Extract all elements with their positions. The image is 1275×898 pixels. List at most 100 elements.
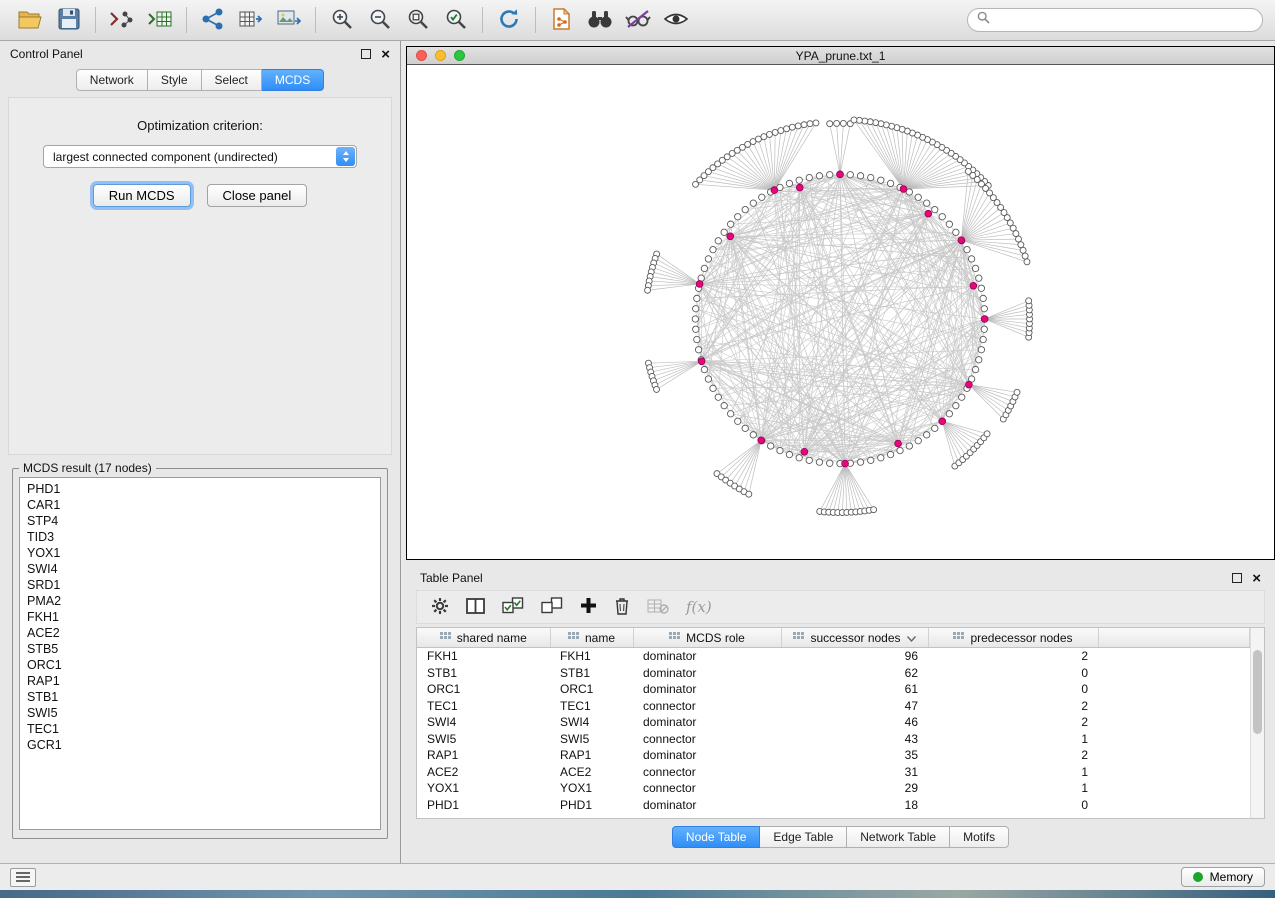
export-network-button[interactable] — [194, 4, 232, 36]
automation-menu-button[interactable] — [10, 868, 36, 887]
float-panel-icon[interactable] — [1232, 573, 1242, 583]
column-header-shared-name[interactable]: shared name — [417, 628, 550, 648]
export-image-button[interactable] — [270, 4, 308, 36]
table-row[interactable]: PHD1PHD1dominator180 — [417, 797, 1250, 814]
open-session-button[interactable] — [12, 4, 50, 36]
table-row[interactable]: ACE2ACE2connector311 — [417, 764, 1250, 781]
tab-motifs[interactable]: Motifs — [950, 826, 1009, 848]
import-table-button[interactable] — [141, 4, 179, 36]
network-canvas[interactable] — [407, 65, 1274, 560]
column-type-icon — [953, 631, 964, 645]
show-graphics-details-button[interactable] — [657, 4, 695, 36]
close-panel-icon[interactable]: × — [1252, 571, 1261, 586]
list-item[interactable]: ORC1 — [20, 657, 380, 673]
toolbar-separator — [482, 7, 483, 33]
table-scrollbar[interactable] — [1250, 628, 1264, 818]
table-row[interactable]: SWI4SWI4dominator462 — [417, 714, 1250, 731]
show-column-panel-button[interactable] — [466, 598, 485, 617]
glasses-slash-icon — [625, 9, 651, 32]
list-item[interactable]: PMA2 — [20, 593, 380, 609]
tab-network[interactable]: Network — [76, 69, 148, 91]
zoom-out-button[interactable] — [361, 4, 399, 36]
column-header-predecessor-nodes[interactable]: predecessor nodes — [928, 628, 1098, 648]
select-stepper-icon — [336, 147, 355, 166]
zoom-selected-button[interactable] — [437, 4, 475, 36]
tab-node-table[interactable]: Node Table — [672, 826, 761, 848]
network-doc-share-button[interactable] — [543, 4, 581, 36]
memory-button[interactable]: Memory — [1181, 867, 1265, 887]
list-item[interactable]: CAR1 — [20, 497, 380, 513]
minimize-window-icon[interactable] — [435, 50, 446, 61]
list-item[interactable]: GCR1 — [20, 737, 380, 753]
table-row[interactable]: SWI5SWI5connector431 — [417, 731, 1250, 748]
network-window-titlebar[interactable]: YPA_prune.txt_1 — [407, 47, 1274, 65]
list-item[interactable]: PHD1 — [20, 481, 380, 497]
list-item[interactable]: RAP1 — [20, 673, 380, 689]
column-header-successor-nodes[interactable]: successor nodes — [781, 628, 928, 648]
list-item[interactable]: TID3 — [20, 529, 380, 545]
search-network-button[interactable] — [581, 4, 619, 36]
optimization-criterion-select[interactable]: largest connected component (undirected) — [43, 145, 357, 168]
run-mcds-button[interactable]: Run MCDS — [93, 184, 191, 207]
list-item[interactable]: FKH1 — [20, 609, 380, 625]
zoom-selected-icon — [444, 7, 468, 34]
tab-edge-table[interactable]: Edge Table — [760, 826, 847, 848]
tab-style[interactable]: Style — [148, 69, 202, 91]
select-all-rows-button[interactable] — [502, 597, 524, 617]
close-panel-button[interactable]: Close panel — [207, 184, 308, 207]
delete-column-button[interactable] — [614, 597, 630, 618]
table-row[interactable]: STB1STB1dominator620 — [417, 665, 1250, 682]
import-network-icon — [109, 8, 135, 33]
table-row[interactable]: ORC1ORC1dominator610 — [417, 681, 1250, 698]
optimization-criterion-value: largest connected component (undirected) — [53, 150, 278, 164]
float-panel-icon[interactable] — [361, 49, 371, 59]
table-row[interactable]: TEC1TEC1connector472 — [417, 698, 1250, 715]
tab-network-table[interactable]: Network Table — [847, 826, 950, 848]
save-session-button[interactable] — [50, 4, 88, 36]
list-item[interactable]: STB5 — [20, 641, 380, 657]
application-window: Control Panel × Network Style Select MCD… — [0, 0, 1275, 898]
refresh-view-button[interactable] — [490, 4, 528, 36]
tab-mcds[interactable]: MCDS — [262, 69, 324, 91]
delete-table-button[interactable] — [647, 598, 669, 617]
list-item[interactable]: ACE2 — [20, 625, 380, 641]
export-table-button[interactable] — [232, 4, 270, 36]
export-table-icon — [238, 8, 264, 33]
list-item[interactable]: STB1 — [20, 689, 380, 705]
close-window-icon[interactable] — [416, 50, 427, 61]
list-item[interactable]: YOX1 — [20, 545, 380, 561]
maximize-window-icon[interactable] — [454, 50, 465, 61]
chevron-down-icon[interactable] — [907, 631, 916, 645]
list-item[interactable]: SRD1 — [20, 577, 380, 593]
table-row[interactable]: FKH1FKH1dominator962 — [417, 648, 1250, 665]
list-item[interactable]: STP4 — [20, 513, 380, 529]
column-header-mcds-role[interactable]: MCDS role — [633, 628, 781, 648]
delete-table-icon — [647, 598, 669, 617]
table-row[interactable]: RAP1RAP1dominator352 — [417, 747, 1250, 764]
refresh-icon — [497, 7, 521, 34]
deselect-all-rows-button[interactable] — [541, 597, 563, 617]
list-item[interactable]: SWI5 — [20, 705, 380, 721]
list-item[interactable]: TEC1 — [20, 721, 380, 737]
create-column-button[interactable] — [580, 597, 597, 617]
search-input[interactable] — [996, 12, 1253, 28]
fx-icon: f(x) — [686, 598, 712, 616]
zoom-fit-button[interactable] — [399, 4, 437, 36]
window-traffic-lights — [416, 50, 465, 61]
tab-select[interactable]: Select — [202, 69, 262, 91]
mcds-tab-content: Optimization criterion: largest connecte… — [8, 97, 392, 455]
list-item[interactable]: SWI4 — [20, 561, 380, 577]
table-options-button[interactable] — [431, 597, 449, 618]
scrollbar-thumb[interactable] — [1253, 650, 1262, 734]
hide-graphics-details-button[interactable] — [619, 4, 657, 36]
table-row[interactable]: YOX1YOX1connector291 — [417, 780, 1250, 797]
table-panel: Table Panel × — [406, 560, 1275, 862]
import-network-button[interactable] — [103, 4, 141, 36]
column-header-name[interactable]: name — [550, 628, 633, 648]
close-panel-icon[interactable]: × — [381, 47, 390, 62]
zoom-in-button[interactable] — [323, 4, 361, 36]
toolbar-search — [967, 8, 1263, 32]
node-table-container: shared name name MCDS role successor nod… — [416, 627, 1265, 819]
zoom-fit-icon — [406, 7, 430, 34]
function-builder-button[interactable]: f(x) — [686, 598, 712, 616]
